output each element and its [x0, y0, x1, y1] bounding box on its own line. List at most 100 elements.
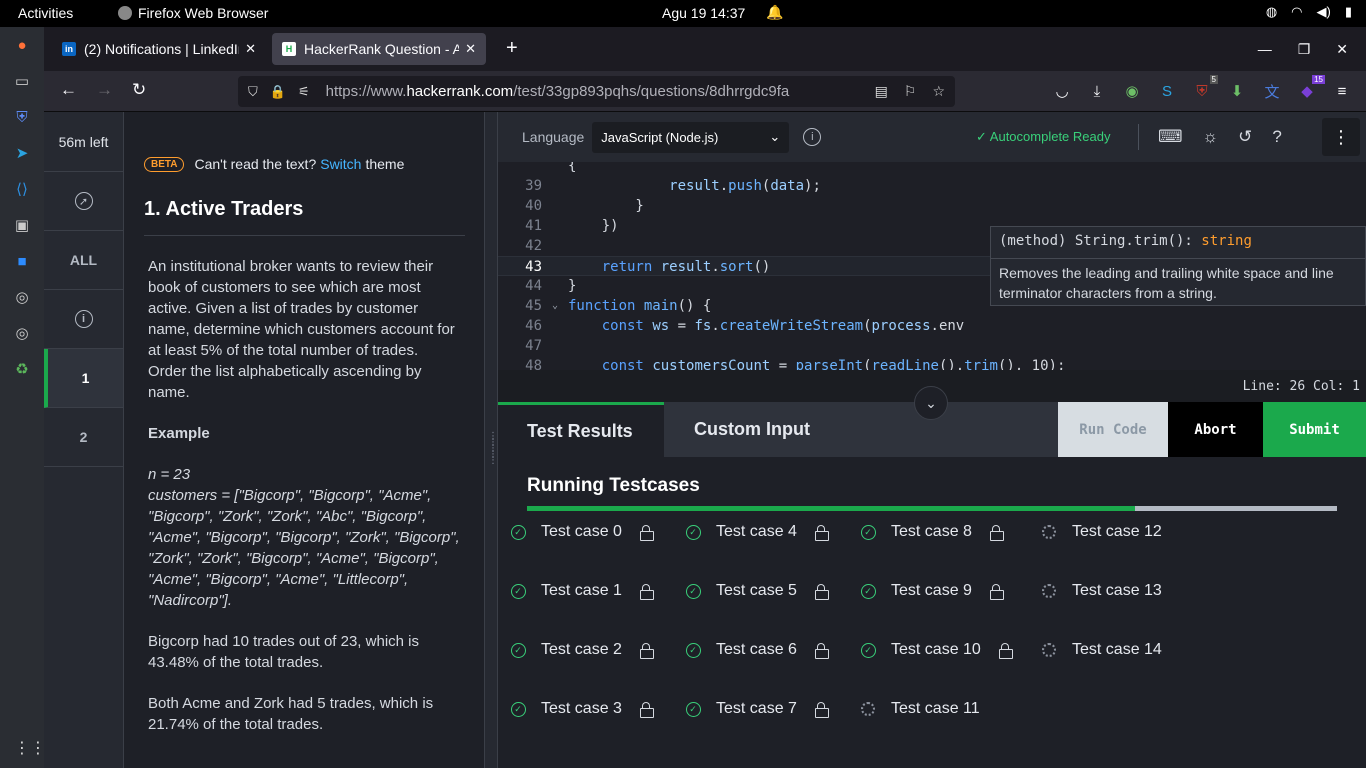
testcase-item[interactable]: ✓ Test case 7: [685, 697, 829, 721]
lock-icon: [814, 584, 829, 600]
info-icon[interactable]: i: [803, 128, 822, 146]
reader-view-icon[interactable]: ▤: [875, 83, 888, 100]
disk2-dock-icon[interactable]: ◎: [0, 315, 44, 351]
vscode-dock-icon[interactable]: ⟨⟩: [0, 171, 44, 207]
nav-all[interactable]: ALL: [44, 231, 123, 290]
close-window-icon[interactable]: ✕: [1336, 41, 1348, 58]
testcase-label: Test case 8: [891, 523, 972, 540]
run-code-button[interactable]: Run Code: [1058, 402, 1168, 457]
drag-grip-icon[interactable]: ⋮ ⋮ ⋮ ⋮ ⋮: [488, 432, 498, 466]
testcase-label: Test case 11: [891, 700, 980, 717]
maximize-icon[interactable]: ❐: [1298, 41, 1311, 58]
language-select[interactable]: JavaScript (Node.js) ⌄: [592, 121, 790, 153]
testcase-item[interactable]: ✓ Test case 0: [510, 520, 654, 544]
firefox-dock-icon[interactable]: ●: [0, 27, 44, 63]
back-icon[interactable]: ←: [60, 80, 77, 100]
system-tray[interactable]: ◍ ◠ ◀) ▮: [1266, 4, 1352, 20]
keyboard-icon[interactable]: ⌨: [1158, 127, 1183, 147]
info-icon[interactable]: i: [44, 290, 123, 349]
reload-icon[interactable]: ↻: [132, 80, 146, 100]
translate-icon[interactable]: ⚐: [904, 83, 917, 100]
close-tab-icon[interactable]: ✕: [245, 41, 256, 57]
url-text[interactable]: https://www.hackerrank.com/test/33gp893p…: [326, 83, 790, 100]
code-line[interactable]: 40 }: [498, 196, 1358, 216]
code-line[interactable]: 47: [498, 336, 1358, 356]
lock-icon: [989, 584, 1004, 600]
url-bar[interactable]: ⛉ 🔒 ⚟ https://www.hackerrank.com/test/33…: [238, 76, 955, 107]
zoom-dock-icon[interactable]: ■: [0, 243, 44, 279]
translate-extension-icon[interactable]: 文: [1262, 81, 1282, 101]
menu-icon[interactable]: ≡: [1332, 81, 1352, 101]
ublock-icon[interactable]: ⛨ 5: [1192, 75, 1218, 101]
running-heading: Running Testcases: [527, 475, 700, 496]
clock[interactable]: Agu 19 14:37: [662, 5, 745, 21]
testcase-label: Test case 2: [541, 641, 622, 658]
testcase-item[interactable]: Test case 13: [1041, 579, 1162, 603]
testcase-item[interactable]: ✓ Test case 2: [510, 638, 654, 662]
check-circle-icon: ✓: [860, 642, 876, 658]
question-1[interactable]: 1: [44, 349, 123, 408]
disk-dock-icon[interactable]: ◎: [0, 279, 44, 315]
terminal-dock-icon[interactable]: ▣: [0, 207, 44, 243]
bell-icon[interactable]: 🔔: [766, 4, 783, 21]
question-2[interactable]: 2: [44, 408, 123, 467]
fold-chevron-icon[interactable]: ⌄: [552, 296, 558, 316]
tooltip-return-type: string: [1201, 233, 1252, 249]
permissions-icon[interactable]: ⚟: [298, 84, 310, 100]
bitwarden-dock-icon[interactable]: ⛨: [0, 99, 44, 135]
tab-hackerrank[interactable]: H HackerRank Question - Ac ✕: [272, 33, 486, 65]
app-menu[interactable]: Firefox Web Browser: [118, 5, 268, 21]
autocomplete-label: Autocomplete Ready: [989, 129, 1111, 144]
testcase-item[interactable]: ✓ Test case 6: [685, 638, 829, 662]
testcase-item[interactable]: ✓ Test case 8: [860, 520, 1004, 544]
extension-s-icon[interactable]: S: [1157, 81, 1177, 101]
tab-custom-input[interactable]: Custom Input: [664, 402, 1058, 457]
code-line[interactable]: 48 const customersCount = parseInt(readL…: [498, 356, 1358, 370]
code-line[interactable]: {: [498, 162, 1358, 176]
tab-test-results[interactable]: Test Results: [498, 402, 664, 457]
files-dock-icon[interactable]: ▭: [0, 63, 44, 99]
testcase-item[interactable]: Test case 12: [1041, 520, 1162, 544]
autocomplete-status: ✓ Autocomplete Ready: [976, 129, 1111, 144]
new-tab-icon[interactable]: +: [506, 38, 518, 58]
submit-button[interactable]: Submit: [1263, 402, 1366, 457]
profile-extension-icon[interactable]: ◉: [1122, 81, 1142, 101]
browser-nav-bar: ← → ↻ ⛉ 🔒 ⚟ https://www.hackerrank.com/t…: [44, 71, 1366, 112]
abort-button[interactable]: Abort: [1168, 402, 1263, 457]
trash-dock-icon[interactable]: ♻: [0, 351, 44, 387]
testcase-item[interactable]: Test case 11: [860, 697, 980, 721]
extension-badge-icon[interactable]: ◆ 15: [1297, 75, 1325, 101]
testcase-item[interactable]: Test case 14: [1041, 638, 1162, 662]
testcase-item[interactable]: ✓ Test case 3: [510, 697, 654, 721]
code-line[interactable]: 39 result.push(data);: [498, 176, 1358, 196]
minimize-icon[interactable]: —: [1258, 41, 1272, 58]
line-number: 42: [525, 238, 542, 254]
close-tab-icon[interactable]: ✕: [465, 41, 476, 57]
telegram-dock-icon[interactable]: ➤: [0, 135, 44, 171]
lock-icon[interactable]: 🔒: [270, 84, 286, 100]
collapse-console-icon[interactable]: ⌄: [914, 386, 948, 420]
download-helper-icon[interactable]: ⬇: [1227, 81, 1247, 101]
activities-button[interactable]: Activities: [18, 5, 73, 21]
theme-sun-icon[interactable]: ☼: [1203, 127, 1219, 147]
compass-icon[interactable]: ➚: [44, 172, 123, 231]
more-options-icon[interactable]: ⋮: [1322, 118, 1360, 156]
downloads-icon[interactable]: ⤓: [1087, 81, 1107, 101]
switch-theme-link[interactable]: Switch: [320, 156, 361, 172]
testcase-item[interactable]: ✓ Test case 9: [860, 579, 1004, 603]
pocket-icon[interactable]: ◡: [1052, 81, 1072, 101]
panel-resize-handle[interactable]: ⋮ ⋮ ⋮ ⋮ ⋮: [484, 112, 498, 768]
help-icon[interactable]: ?: [1272, 127, 1281, 147]
forward-icon[interactable]: →: [96, 80, 113, 100]
globe-icon[interactable]: ◍: [1266, 4, 1277, 20]
testcase-item[interactable]: ✓ Test case 4: [685, 520, 829, 544]
line-number: 39: [525, 178, 542, 194]
shield-icon[interactable]: ⛉: [248, 84, 258, 100]
testcase-item[interactable]: ✓ Test case 10: [860, 638, 1013, 662]
bookmark-star-icon[interactable]: ☆: [932, 83, 945, 100]
testcase-item[interactable]: ✓ Test case 5: [685, 579, 829, 603]
tab-linkedin[interactable]: in (2) Notifications | LinkedIn ✕: [52, 33, 266, 65]
code-line[interactable]: 46 const ws = fs.createWriteStream(proce…: [498, 316, 1358, 336]
history-icon[interactable]: ↺: [1238, 127, 1252, 147]
testcase-item[interactable]: ✓ Test case 1: [510, 579, 654, 603]
